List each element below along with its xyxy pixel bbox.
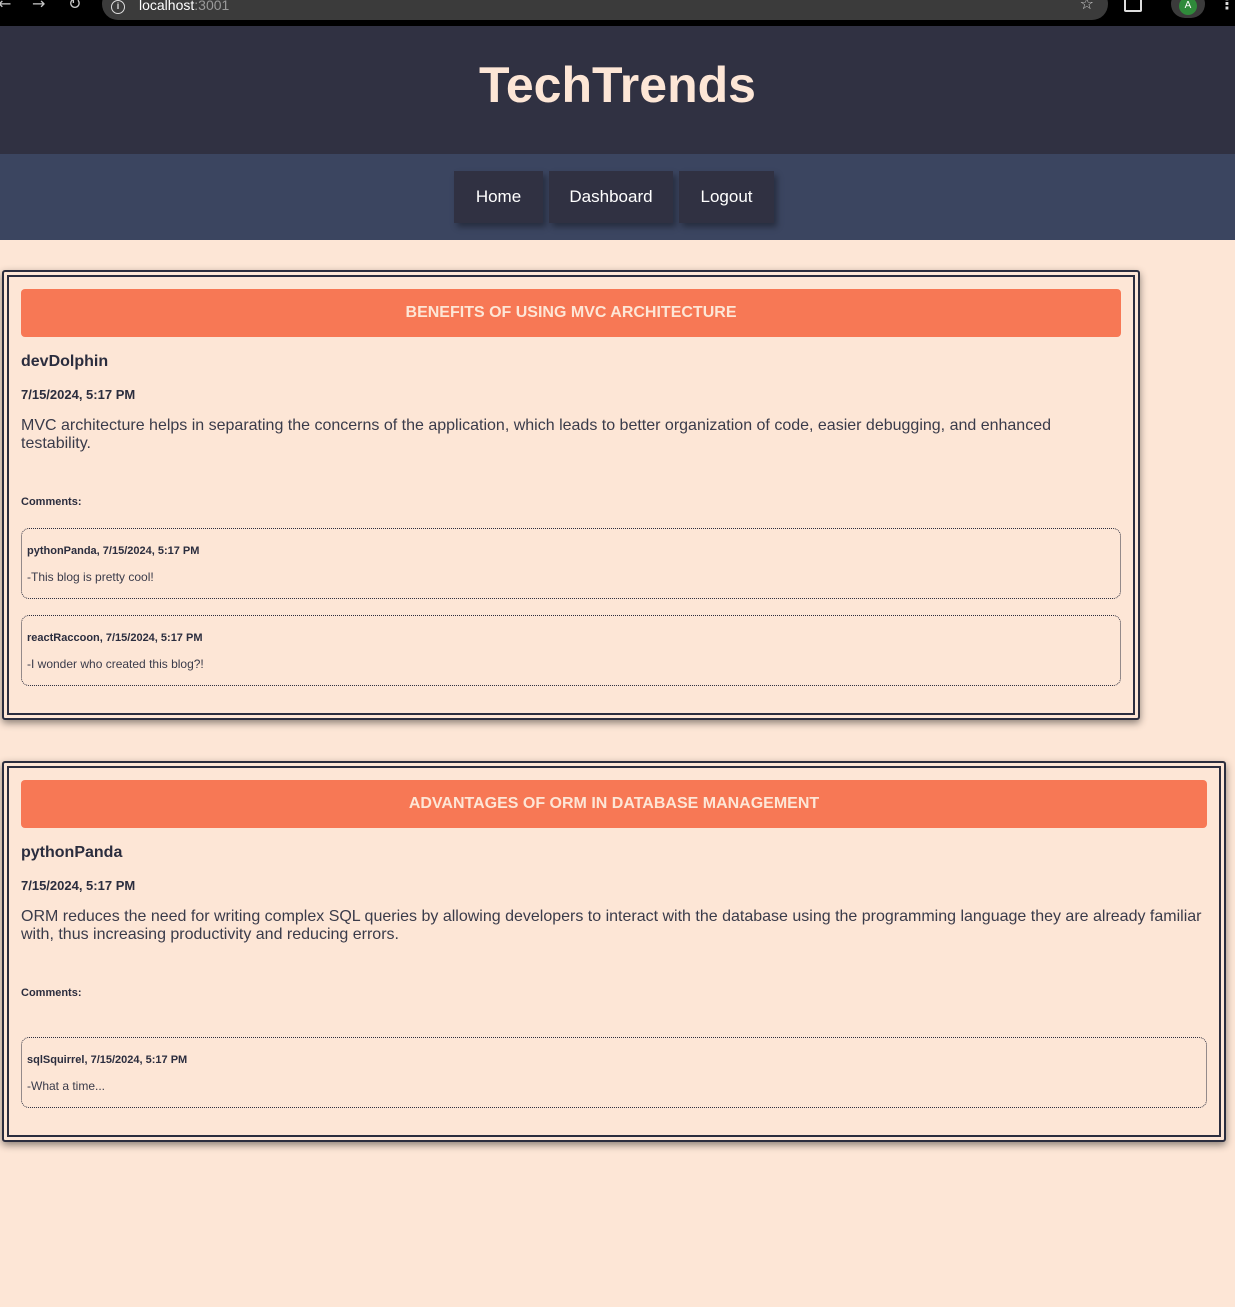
comment-meta: sqlSquirrel, 7/15/2024, 5:17 PM bbox=[27, 1054, 188, 1066]
comments-label: Comments: bbox=[21, 987, 82, 999]
post-author: devDolphin bbox=[21, 353, 109, 370]
post-body: MVC architecture helps in separating the… bbox=[21, 417, 1051, 452]
main-nav: Home Dashboard Logout bbox=[0, 154, 1235, 240]
address-url[interactable]: localhost:3001 bbox=[139, 0, 229, 13]
browser-menu-icon[interactable]: ⋮ bbox=[1219, 0, 1235, 14]
post-title[interactable]: BENEFITS OF USING MVC ARCHITECTURE bbox=[21, 289, 1121, 337]
back-icon[interactable]: ← bbox=[0, 0, 11, 14]
site-info-icon[interactable]: i bbox=[111, 0, 125, 14]
comment-item: reactRaccoon, 7/15/2024, 5:17 PM -I wond… bbox=[21, 615, 1121, 686]
comment-text: -I wonder who created this blog?! bbox=[27, 657, 204, 671]
site-header: TechTrends bbox=[0, 26, 1235, 154]
profile-button[interactable]: A bbox=[1171, 0, 1205, 18]
site-title: TechTrends bbox=[479, 57, 756, 113]
avatar: A bbox=[1179, 0, 1197, 15]
comment-item: sqlSquirrel, 7/15/2024, 5:17 PM -What a … bbox=[21, 1037, 1207, 1108]
comment-text: -What a time... bbox=[27, 1079, 106, 1093]
address-bar[interactable]: i localhost:3001 ☆ bbox=[102, 0, 1108, 20]
extensions-icon[interactable] bbox=[1124, 0, 1142, 12]
post-card: ADVANTAGES OF ORM IN DATABASE MANAGEMENT… bbox=[2, 761, 1226, 1142]
post-date: 7/15/2024, 5:17 PM bbox=[21, 387, 136, 402]
comment-meta: pythonPanda, 7/15/2024, 5:17 PM bbox=[27, 545, 200, 557]
post-author: pythonPanda bbox=[21, 844, 123, 861]
nav-logout-button[interactable]: Logout bbox=[679, 171, 774, 223]
bookmark-star-icon[interactable]: ☆ bbox=[1080, 0, 1094, 12]
post-inner-frame: BENEFITS OF USING MVC ARCHITECTURE devDo… bbox=[7, 275, 1135, 715]
nav-home-button[interactable]: Home bbox=[454, 171, 543, 223]
forward-icon[interactable]: → bbox=[32, 0, 45, 14]
comment-text: -This blog is pretty cool! bbox=[27, 570, 154, 584]
reload-icon[interactable]: ↻ bbox=[68, 0, 81, 14]
post-inner-frame: ADVANTAGES OF ORM IN DATABASE MANAGEMENT… bbox=[7, 766, 1221, 1137]
browser-toolbar: ← → ↻ i localhost:3001 ☆ A ⋮ bbox=[0, 0, 1235, 26]
post-title[interactable]: ADVANTAGES OF ORM IN DATABASE MANAGEMENT bbox=[21, 780, 1207, 828]
comment-meta: reactRaccoon, 7/15/2024, 5:17 PM bbox=[27, 632, 203, 644]
nav-dashboard-button[interactable]: Dashboard bbox=[549, 171, 673, 223]
post-body: ORM reduces the need for writing complex… bbox=[21, 908, 1202, 943]
post-card: BENEFITS OF USING MVC ARCHITECTURE devDo… bbox=[2, 270, 1140, 720]
comment-item: pythonPanda, 7/15/2024, 5:17 PM -This bl… bbox=[21, 528, 1121, 599]
comments-label: Comments: bbox=[21, 496, 82, 508]
post-date: 7/15/2024, 5:17 PM bbox=[21, 878, 136, 893]
